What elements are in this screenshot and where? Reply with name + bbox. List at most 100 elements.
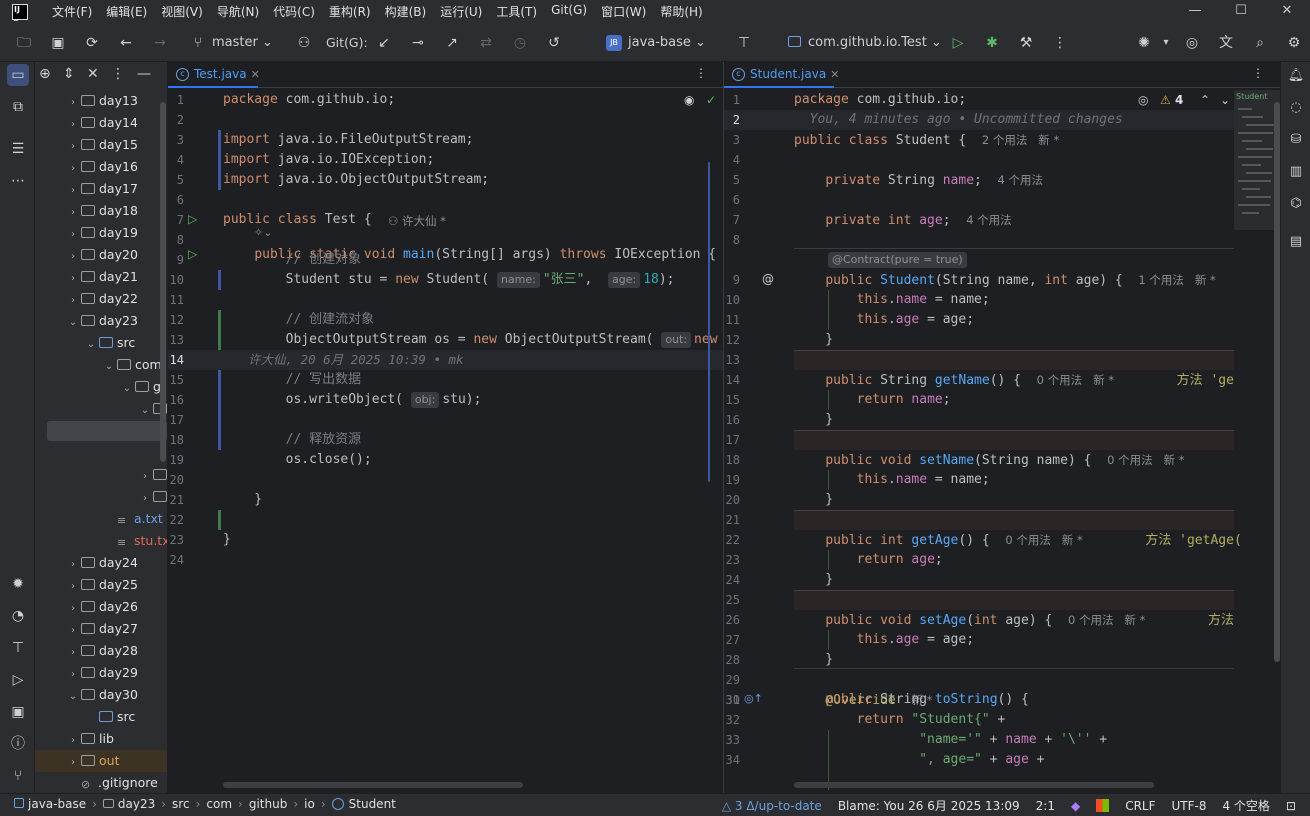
pull-request-icon[interactable]: ⇄ [476,33,496,53]
debug-icon[interactable]: ✱ [982,33,1002,53]
tree-chevron-icon[interactable]: › [65,290,81,312]
tab-student-java[interactable]: c Student.java ✕ [724,62,839,88]
close-tab-icon[interactable]: ✕ [830,68,839,81]
coverage-icon[interactable]: ▤ [1286,232,1306,252]
notifications-icon[interactable]: 🔔︎ [1286,66,1306,86]
tree-chevron-icon[interactable]: ⌄ [137,400,153,422]
services-icon[interactable]: ▷ [7,669,29,691]
tree-chevron-icon[interactable]: › [65,598,81,620]
menu-item[interactable]: 视图(V) [161,3,203,20]
project-view-icon[interactable]: ▭ [7,64,29,86]
next-highlight-icon[interactable]: ⌄ [1220,93,1230,107]
file-encoding[interactable]: UTF-8 [1172,799,1207,813]
previous-highlight-icon[interactable]: ⌃ [1200,93,1210,107]
minimize-button[interactable]: — [1172,0,1218,24]
breadcrumb-item[interactable]: Student [331,797,396,811]
tree-item[interactable] [137,442,153,464]
tree-item[interactable]: ⌄ g [119,376,161,398]
tree-chevron-icon[interactable]: › [65,642,81,664]
tree-item[interactable]: › day14 [65,112,138,134]
tree-item[interactable]: ⌄ com [101,354,162,376]
expand-all-icon[interactable]: ⇕ [63,66,75,82]
tree-chevron-icon[interactable]: ⌄ [83,334,99,356]
tree-item[interactable]: › day24 [65,552,138,574]
close-tab-icon[interactable]: ✕ [251,68,260,81]
tree-chevron-icon[interactable]: › [65,620,81,642]
tree-item[interactable]: › day18 [65,200,138,222]
options-icon[interactable]: ⋮ [111,66,125,82]
line-separator[interactable]: CRLF [1125,799,1155,813]
more-tools-icon[interactable]: ⋯ [7,170,29,192]
tree-chevron-icon[interactable]: ⌄ [65,686,81,708]
tree-item[interactable]: › day22 [65,288,138,310]
tree-item[interactable]: › day17 [65,178,138,200]
breadcrumb-item[interactable]: day23 [102,797,155,811]
history-icon[interactable]: ◷ [510,33,530,53]
build-icon[interactable]: ⚒ [1016,33,1036,53]
ai-status-icon[interactable]: ◆ [1071,799,1080,813]
run-icon[interactable]: ▷ [948,33,968,53]
breadcrumb-item[interactable]: io [304,797,315,811]
problems-icon[interactable]: ⓘ [7,733,29,755]
menu-item[interactable]: 运行(U) [440,3,482,20]
tree-item[interactable]: › out [35,750,167,772]
change-marker[interactable] [218,310,221,330]
menu-item[interactable]: 代码(C) [273,3,315,20]
collapse-all-icon[interactable]: ✕ [87,66,99,82]
menu-item[interactable]: 编辑(E) [106,3,147,20]
menu-item[interactable]: 导航(N) [217,3,259,20]
tree-chevron-icon[interactable]: › [65,576,81,598]
sync-icon[interactable]: ⟳ [82,33,102,53]
tree-scrollbar[interactable] [160,102,166,462]
tree-chevron-icon[interactable]: › [65,730,81,752]
menu-item[interactable]: Git(G) [551,3,587,20]
tree-chevron-icon[interactable]: › [65,664,81,686]
tree-chevron-icon[interactable]: › [65,752,81,774]
tree-item[interactable]: › day15 [65,134,138,156]
push-icon[interactable]: ↗ [442,33,462,53]
tree-chevron-icon[interactable]: › [65,202,81,224]
menu-item[interactable]: 工具(T) [496,3,537,20]
change-marker[interactable] [218,130,221,150]
locate-icon[interactable]: ⊕ [39,66,51,82]
commit-view-icon[interactable]: ⧉ [7,96,29,118]
project-selector[interactable]: JB java-base ⌄ [606,24,706,62]
override-gutter-icon[interactable]: ◎↑ [744,692,763,705]
tree-item[interactable]: › day29 [65,662,138,684]
maximize-button[interactable]: ☐ [1218,0,1264,24]
back-icon[interactable]: ← [116,33,136,53]
menu-item[interactable]: 重构(R) [329,3,371,20]
menu-item[interactable]: 帮助(H) [660,3,702,20]
tree-chevron-icon[interactable]: ⌄ [101,356,117,378]
menu-item[interactable]: 文件(F) [52,3,92,20]
tree-chevron-icon[interactable]: › [65,92,81,114]
add-user-icon[interactable]: ⚇ [294,33,314,53]
change-marker[interactable] [218,510,221,530]
horizontal-scrollbar[interactable] [794,782,1154,788]
git-icon[interactable]: ⑂ [7,765,29,787]
hide-eye-icon[interactable]: ◎ [1138,93,1148,107]
change-marker[interactable] [218,170,221,190]
rollback-icon[interactable]: ↺ [544,33,564,53]
tree-chevron-icon[interactable]: ⌄ [119,378,135,400]
change-marker[interactable] [218,330,221,350]
tree-chevron-icon[interactable]: › [65,224,81,246]
tree-item[interactable]: › lib [65,728,114,750]
vcs-status[interactable]: △ 3 Δ/up-to-date [722,799,822,813]
more-icon[interactable]: ⋮ [1050,33,1070,53]
indent-setting[interactable]: 4 个空格 [1222,797,1269,814]
menu-item[interactable]: 构建(B) [385,3,427,20]
tree-item[interactable]: › day21 [65,266,138,288]
breadcrumb-item[interactable]: com [206,797,232,811]
breadcrumb-item[interactable]: github [249,797,287,811]
tree-item[interactable]: › day26 [65,596,138,618]
copilot-icon[interactable]: ⌬ [1286,194,1306,214]
chevron-down-icon[interactable]: ▾ [1156,33,1176,53]
horizontal-scrollbar[interactable] [223,782,523,788]
intellij-logo-icon[interactable]: IJ _ [12,4,28,21]
tree-chevron-icon[interactable]: › [65,114,81,136]
settings-gear-icon[interactable]: ⚙ [1284,33,1304,53]
plugin-icon[interactable]: ✹ [7,573,29,595]
change-marker[interactable] [218,390,221,410]
ai-assistant-icon[interactable]: ✺ [1134,33,1154,53]
